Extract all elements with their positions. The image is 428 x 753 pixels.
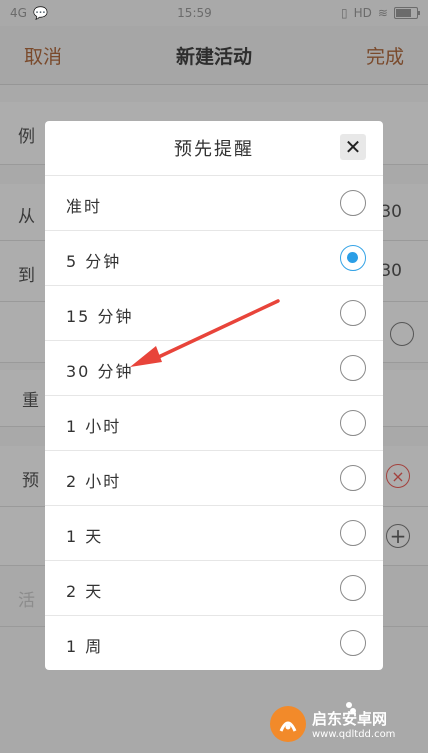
reminder-option[interactable]: 15 分钟: [45, 286, 383, 341]
radio-button[interactable]: [340, 630, 366, 656]
vibrate-icon: ▯: [341, 6, 348, 20]
add-reminder-icon[interactable]: +: [386, 524, 410, 548]
example-label: 例: [18, 127, 35, 147]
from-label: 从: [18, 207, 35, 227]
radio-button[interactable]: [340, 190, 366, 216]
reminder-dialog: 预先提醒 ✕ 准时 5 分钟 15 分钟 30 分钟 1 小时 2 小时 1 天 2 天 1 周: [45, 121, 383, 670]
watermark-name: 启东安卓网: [312, 710, 388, 728]
radio-button[interactable]: [340, 465, 366, 491]
reminder-option-label: 30 分钟: [66, 362, 134, 381]
to-value: 30: [380, 261, 402, 281]
radio-button[interactable]: [340, 520, 366, 546]
reminder-option-label: 1 周: [66, 637, 104, 656]
to-label: 到: [18, 266, 35, 286]
reminder-option[interactable]: 5 分钟: [45, 231, 383, 286]
reminder-option[interactable]: 30 分钟: [45, 341, 383, 396]
reminder-option[interactable]: 1 小时: [45, 396, 383, 451]
radio-button[interactable]: [340, 245, 366, 271]
radio-button[interactable]: [340, 355, 366, 381]
reminder-option[interactable]: 2 天: [45, 561, 383, 616]
reminder-option-label: 2 小时: [66, 472, 122, 491]
remind-label: 预: [22, 471, 39, 491]
title-bar: 取消 新建活动 完成: [0, 26, 428, 85]
status-bar: 4G 💬 15:59 ▯ HD ≋: [0, 0, 428, 26]
hd-indicator: HD: [353, 6, 372, 20]
reminder-option[interactable]: 1 周: [45, 616, 383, 671]
watermark-url: www.qdltdd.com: [312, 729, 396, 740]
radio-button[interactable]: [340, 300, 366, 326]
remove-reminder-icon[interactable]: ×: [386, 464, 410, 488]
watermark: 启东安卓网 www.qdltdd.com: [270, 701, 420, 747]
close-icon[interactable]: ✕: [340, 134, 366, 160]
reminder-option-label: 1 天: [66, 527, 104, 546]
toggle-ring-icon[interactable]: [390, 322, 414, 346]
watermark-logo-icon: [270, 706, 306, 742]
done-button[interactable]: 完成: [366, 42, 404, 69]
wifi-icon: ≋: [377, 6, 388, 20]
from-value: 30: [380, 202, 402, 222]
reminder-option-label: 5 分钟: [66, 252, 122, 271]
status-time: 15:59: [177, 6, 212, 20]
network-indicator: 4G: [10, 6, 27, 20]
reminder-option-label: 15 分钟: [66, 307, 134, 326]
reminder-option[interactable]: 1 天: [45, 506, 383, 561]
repeat-label: 重: [22, 391, 39, 411]
reminder-option[interactable]: 2 小时: [45, 451, 383, 506]
radio-button[interactable]: [340, 575, 366, 601]
radio-button[interactable]: [340, 410, 366, 436]
message-icon: 💬: [32, 6, 48, 20]
reminder-options: 准时 5 分钟 15 分钟 30 分钟 1 小时 2 小时 1 天 2 天 1 周: [45, 176, 383, 671]
reminder-option-label: 1 小时: [66, 417, 122, 436]
battery-icon: [393, 7, 420, 19]
dialog-title: 预先提醒: [174, 139, 254, 160]
page-title: 新建活动: [175, 46, 252, 68]
activity-label: 活: [18, 591, 35, 611]
reminder-option[interactable]: 准时: [45, 176, 383, 231]
dialog-header: 预先提醒 ✕: [45, 121, 383, 176]
reminder-option-label: 准时: [66, 197, 103, 216]
radio-selected-dot: [347, 252, 358, 263]
reminder-option-label: 2 天: [66, 582, 104, 601]
